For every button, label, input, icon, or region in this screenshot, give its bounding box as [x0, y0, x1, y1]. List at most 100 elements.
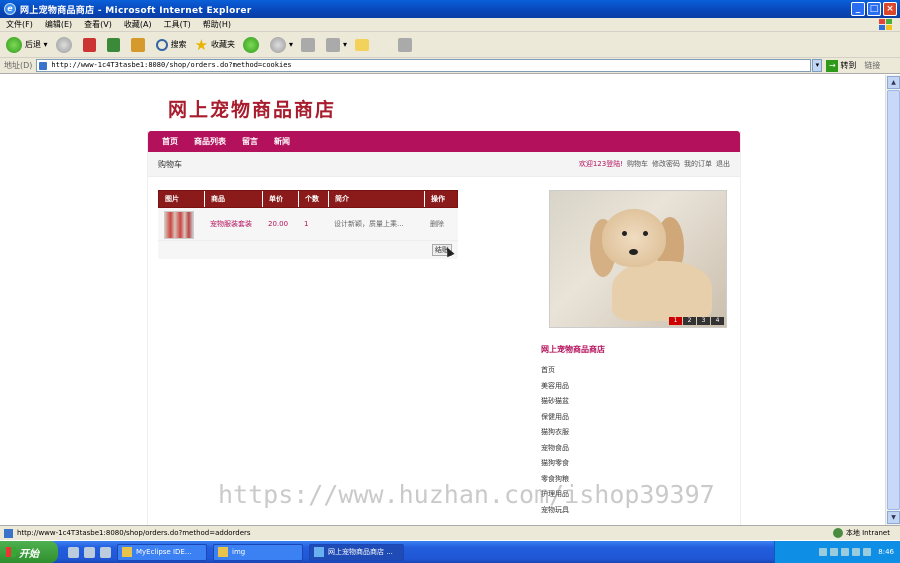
task-myeclipse[interactable]: MyEclipse IDE... [117, 543, 207, 561]
print-button[interactable] [301, 37, 318, 52]
cart-product-name[interactable]: 宠物服装套装 [204, 208, 262, 240]
menu-help[interactable]: 帮助(H) [203, 19, 231, 30]
quick-media-icon[interactable] [100, 546, 111, 558]
menu-tools[interactable]: 工具(T) [164, 19, 191, 30]
tray-security-icon[interactable] [841, 548, 850, 556]
user-link-password[interactable]: 修改密码 [652, 159, 680, 169]
nav-home[interactable]: 首页 [162, 136, 178, 147]
side-item-litter[interactable]: 猫砂猫盆 [541, 394, 731, 410]
pet-carousel-image[interactable]: 1 2 3 4 [549, 190, 727, 328]
folder-button[interactable] [355, 38, 372, 51]
tray-volume-icon[interactable] [830, 548, 839, 556]
side-item-home[interactable]: 首页 [541, 363, 731, 379]
back-label: 后退 [25, 40, 41, 49]
back-dropdown-icon[interactable]: ▾ [41, 40, 48, 49]
nav-news[interactable]: 新闻 [274, 136, 290, 147]
clock: 8:46 [878, 548, 894, 556]
favorites-button[interactable]: ★ 收藏夹 [195, 36, 235, 54]
carousel-page-4[interactable]: 4 [711, 317, 724, 325]
history-icon [243, 36, 260, 53]
status-url: http://www-1c4T3tasbe1:8080/shop/orders.… [17, 529, 251, 537]
search-button[interactable]: 搜索 [155, 38, 187, 51]
maximize-button[interactable]: □ [867, 2, 881, 16]
menu-favorites[interactable]: 收藏(A) [124, 19, 152, 30]
stop-button[interactable] [82, 37, 99, 52]
task-ie-shop[interactable]: 网上宠物商品商店 ... [309, 543, 404, 561]
refresh-button[interactable] [106, 37, 123, 52]
side-item-beauty[interactable]: 美容用品 [541, 379, 731, 395]
watermark: https://www.huzhan.com/ishop39397 [218, 480, 715, 509]
mail-button[interactable]: ▾ [270, 36, 293, 53]
carousel-page-2[interactable]: 2 [683, 317, 696, 325]
main-nav: 首页 商品列表 留言 新闻 [148, 131, 740, 152]
user-bar: 欢迎123登陆! 购物车 修改密码 我的订单 退出 [579, 159, 730, 169]
side-item-health[interactable]: 保健用品 [541, 410, 731, 426]
security-zone: 本地 Intranet [832, 528, 890, 538]
menu-file[interactable]: 文件(F) [6, 19, 33, 30]
user-link-orders[interactable]: 我的订单 [684, 159, 712, 169]
close-button[interactable]: × [883, 2, 897, 16]
user-link-cart[interactable]: 购物车 [627, 159, 648, 169]
back-button[interactable]: 后退 ▾ [6, 36, 48, 53]
task-label: img [232, 548, 246, 556]
edit-button[interactable]: ▾ [326, 37, 347, 52]
nav-products[interactable]: 商品列表 [194, 136, 226, 147]
vertical-scrollbar[interactable]: ▲ ▼ [885, 75, 900, 525]
cart-cell-image [158, 208, 204, 240]
scroll-thumb[interactable] [887, 90, 900, 510]
menu-view[interactable]: 查看(V) [84, 19, 112, 30]
scroll-up-icon[interactable]: ▲ [887, 76, 900, 89]
user-link-logout[interactable]: 退出 [716, 159, 730, 169]
address-input[interactable]: http://www-1c4T3tasbe1:8080/shop/orders.… [36, 59, 812, 72]
col-qty: 个数 [299, 191, 329, 207]
forward-button[interactable] [55, 36, 75, 53]
product-thumbnail[interactable] [164, 211, 194, 239]
quick-ie-icon[interactable] [68, 546, 79, 558]
windows-logo-icon [879, 19, 892, 30]
ie-icon [314, 547, 324, 557]
col-price: 单价 [263, 191, 299, 207]
taskbar: 开始 MyEclipse IDE... img 网上宠物商品商店 ... 8:4… [0, 541, 900, 563]
tray-update-icon[interactable] [863, 548, 872, 556]
mail-icon [270, 36, 287, 53]
messenger-button[interactable] [398, 37, 415, 52]
dog-eye-right [643, 231, 648, 236]
main-container: 首页 商品列表 留言 新闻 购物车 欢迎123登陆! 购物车 修改密码 我的订单… [147, 131, 741, 525]
nav-messages[interactable]: 留言 [242, 136, 258, 147]
shop-title: 网上宠物商品商店 [168, 99, 337, 121]
carousel-page-1[interactable]: 1 [669, 317, 682, 325]
start-button[interactable]: 开始 [0, 541, 58, 563]
quick-desktop-icon[interactable] [84, 546, 95, 558]
links-button[interactable]: 链接 [864, 60, 880, 71]
windows-flag-icon [6, 547, 16, 557]
menu-edit[interactable]: 编辑(E) [45, 19, 72, 30]
side-item-clothes[interactable]: 猫狗衣服 [541, 425, 731, 441]
refresh-icon [106, 37, 120, 52]
side-item-snacks[interactable]: 猫狗零食 [541, 456, 731, 472]
task-img-folder[interactable]: img [213, 543, 303, 561]
address-bar: 地址(D) http://www-1c4T3tasbe1:8080/shop/o… [0, 58, 900, 74]
minimize-button[interactable]: _ [851, 2, 865, 16]
cart-desc: 设计新颖，质量上乘... [334, 220, 404, 228]
side-item-food[interactable]: 宠物食品 [541, 441, 731, 457]
carousel-page-3[interactable]: 3 [697, 317, 710, 325]
search-label: 搜索 [170, 40, 187, 49]
task-label: 网上宠物商品商店 ... [328, 548, 393, 556]
home-button[interactable] [130, 37, 148, 52]
tray-network-icon[interactable] [819, 548, 828, 556]
tray-user-icon[interactable] [852, 548, 861, 556]
address-label: 地址(D) [4, 61, 33, 70]
favorites-label: 收藏夹 [211, 40, 236, 49]
history-button[interactable] [243, 36, 262, 53]
cart-delete-link[interactable]: 删除 [424, 208, 456, 240]
table-row: 宠物服装套装 20.00 1 设计新颖，质量上乘... 删除 [158, 208, 458, 241]
scroll-down-icon[interactable]: ▼ [887, 511, 900, 524]
messenger-icon [398, 37, 413, 52]
go-button[interactable]: → 转到 [826, 59, 856, 72]
address-dropdown-icon[interactable]: ▾ [812, 59, 823, 72]
cart-qty[interactable]: 1 [298, 208, 328, 240]
cart-header: 图片 商品 单价 个数 简介 操作 [158, 190, 458, 208]
print-icon [301, 37, 316, 52]
window-titlebar: e 网上宠物商品商店 - Microsoft Internet Explorer… [0, 0, 900, 18]
toolbar: 后退 ▾ 搜索 ★ 收藏夹 ▾ ▾ [0, 32, 900, 58]
